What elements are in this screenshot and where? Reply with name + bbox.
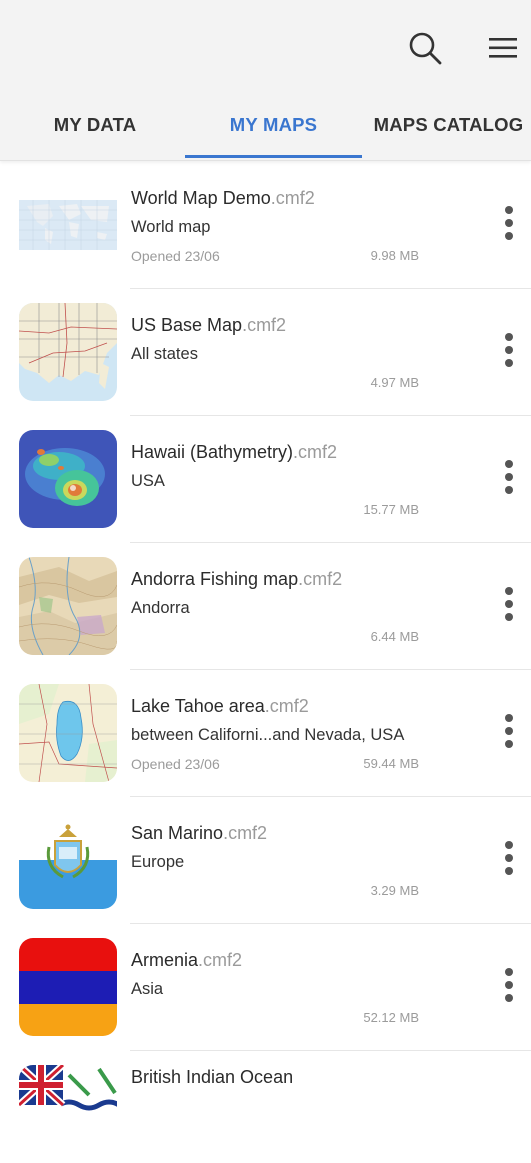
more-options-icon[interactable] <box>496 333 522 373</box>
more-options-icon[interactable] <box>496 968 522 1008</box>
andorra-map-thumbnail <box>19 557 117 655</box>
file-extension: .cmf2 <box>270 188 315 208</box>
list-item[interactable]: US Base Map.cmf2 All states 4.97 MB <box>0 289 531 416</box>
active-tab-indicator <box>185 155 362 158</box>
file-extension: .cmf2 <box>298 569 343 589</box>
file-size: 9.98 MB <box>370 248 419 263</box>
map-subtitle: Europe <box>131 853 185 871</box>
file-size: 4.97 MB <box>370 375 419 390</box>
map-name: San Marino <box>131 823 224 843</box>
app-bar: MY DATA MY MAPS MAPS CATALOG <box>0 0 531 161</box>
file-size: 6.44 MB <box>370 629 419 644</box>
map-subtitle: Andorra <box>131 599 190 617</box>
opened-date: Opened 23/06 <box>131 248 220 264</box>
map-title: San Marino.cmf2 <box>131 823 267 844</box>
file-extension: .cmf2 <box>293 442 338 462</box>
lake-tahoe-thumbnail <box>19 684 117 782</box>
list-item[interactable]: San Marino.cmf2 Europe 3.29 MB <box>0 797 531 924</box>
map-subtitle: World map <box>131 218 211 236</box>
opened-date: Opened 23/06 <box>131 756 220 772</box>
map-name: Andorra Fishing map <box>131 569 299 589</box>
map-name: British Indian Ocean <box>131 1067 294 1087</box>
map-title: British Indian Ocean <box>131 1067 293 1088</box>
map-name: Armenia <box>131 950 199 970</box>
file-size: 52.12 MB <box>363 1010 419 1025</box>
file-extension: .cmf2 <box>198 950 243 970</box>
map-title: Armenia.cmf2 <box>131 950 242 971</box>
more-options-icon[interactable] <box>496 206 522 246</box>
file-size: 15.77 MB <box>363 502 419 517</box>
list-item[interactable]: World Map Demo.cmf2 World map Opened 23/… <box>0 162 531 289</box>
more-options-icon[interactable] <box>496 714 522 754</box>
menu-icon[interactable] <box>483 28 523 68</box>
file-extension: .cmf2 <box>223 823 268 843</box>
list-item[interactable]: Lake Tahoe area.cmf2 between Californi..… <box>0 670 531 797</box>
map-title: Lake Tahoe area.cmf2 <box>131 696 309 717</box>
map-title: US Base Map.cmf2 <box>131 315 286 336</box>
world-map-thumbnail <box>19 176 117 274</box>
file-size: 3.29 MB <box>370 883 419 898</box>
armenia-flag <box>19 938 117 1036</box>
list-item[interactable]: British Indian Ocean <box>0 1051 531 1163</box>
us-base-map-thumbnail <box>19 303 117 401</box>
list-item[interactable]: Andorra Fishing map.cmf2 Andorra 6.44 MB <box>0 543 531 670</box>
british-indian-ocean-flag <box>19 1065 117 1163</box>
tab-my-data[interactable]: MY DATA <box>30 100 160 158</box>
file-extension: .cmf2 <box>264 696 309 716</box>
map-name: World Map Demo <box>131 188 271 208</box>
tab-bar: MY DATA MY MAPS MAPS CATALOG <box>0 100 531 160</box>
map-name: Lake Tahoe area <box>131 696 265 716</box>
map-subtitle: All states <box>131 345 198 363</box>
map-subtitle: USA <box>131 472 165 490</box>
map-name: Hawaii (Bathymetry) <box>131 442 294 462</box>
list-item[interactable]: Hawaii (Bathymetry).cmf2 USA 15.77 MB <box>0 416 531 543</box>
file-extension: .cmf2 <box>242 315 287 335</box>
maps-list: World Map Demo.cmf2 World map Opened 23/… <box>0 162 531 1163</box>
tab-my-maps[interactable]: MY MAPS <box>185 100 362 158</box>
search-icon[interactable] <box>405 28 445 68</box>
file-size: 59.44 MB <box>363 756 419 771</box>
san-marino-flag <box>19 811 117 909</box>
map-subtitle: Asia <box>131 980 164 998</box>
tab-maps-catalog[interactable]: MAPS CATALOG <box>366 100 531 158</box>
hawaii-bathymetry-thumbnail <box>19 430 117 528</box>
list-item[interactable]: Armenia.cmf2 Asia 52.12 MB <box>0 924 531 1051</box>
more-options-icon[interactable] <box>496 841 522 881</box>
map-name: US Base Map <box>131 315 243 335</box>
more-options-icon[interactable] <box>496 587 522 627</box>
map-title: Hawaii (Bathymetry).cmf2 <box>131 442 337 463</box>
map-title: World Map Demo.cmf2 <box>131 188 315 209</box>
map-title: Andorra Fishing map.cmf2 <box>131 569 342 590</box>
map-subtitle: between Californi...and Nevada, USA <box>131 726 405 744</box>
more-options-icon[interactable] <box>496 460 522 500</box>
